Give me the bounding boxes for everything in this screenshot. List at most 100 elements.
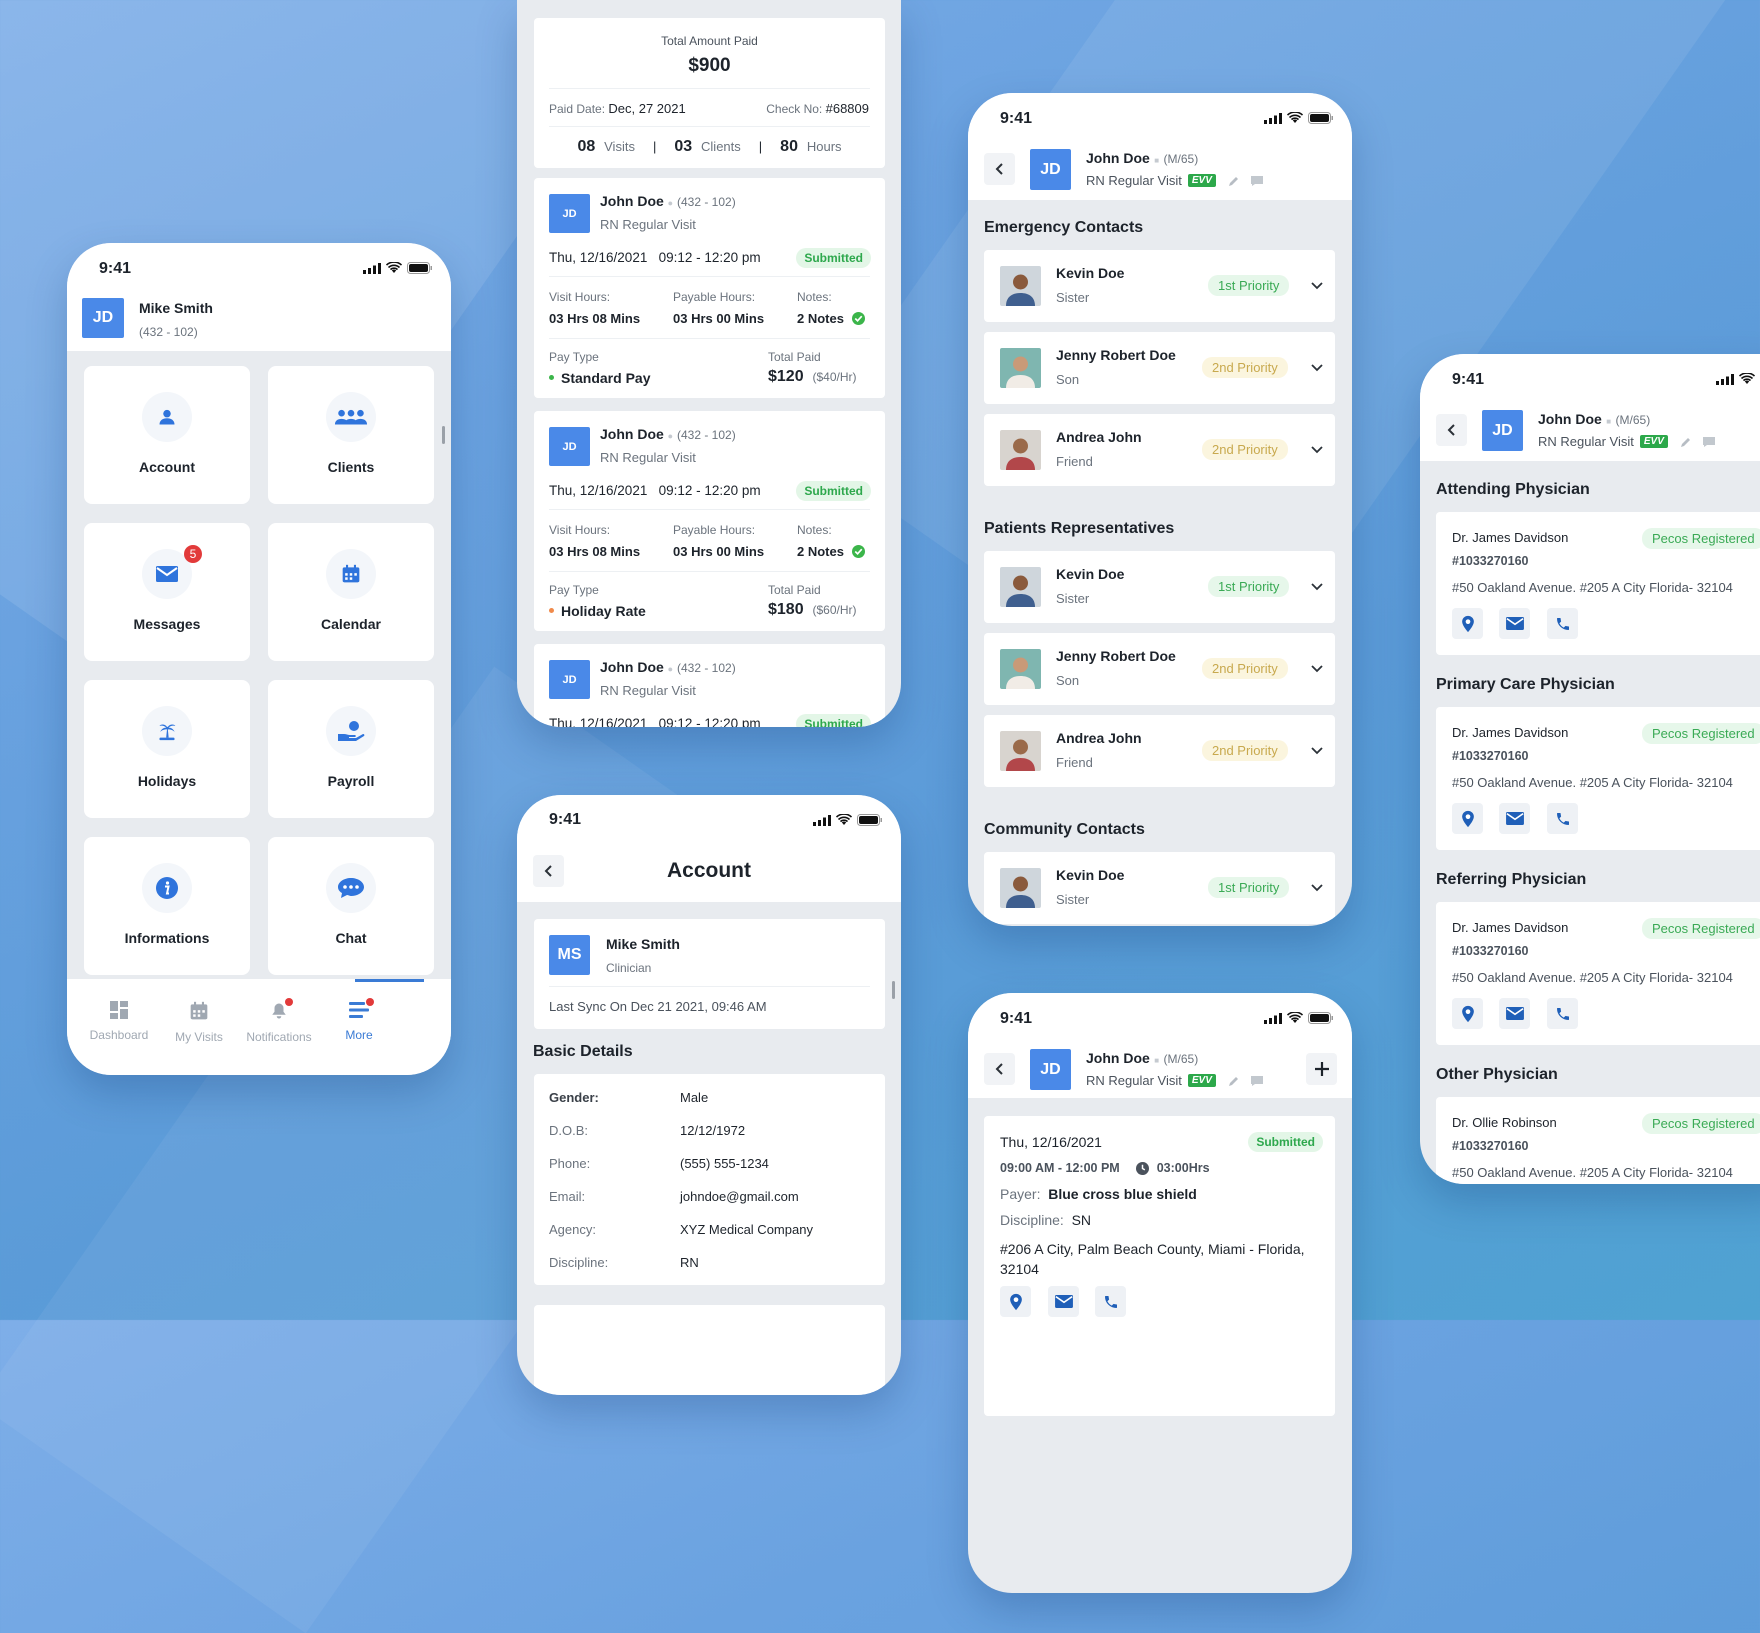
tile-clients[interactable]: Clients [268,366,434,504]
visit-hours-label: Visit Hours: [549,290,611,304]
wifi-icon [1738,372,1756,390]
priority-badge: 1st Priority [1208,576,1290,597]
pay-type: Standard Pay [561,370,651,386]
tile-chat[interactable]: Chat [268,837,434,975]
visit-client: John Doe ● (432 - 102) [600,659,736,675]
location-button[interactable] [1452,998,1483,1029]
chevron-down-icon[interactable] [1310,442,1324,461]
nav-more[interactable]: More [314,998,404,1042]
physician-number: #1033270160 [1452,1139,1529,1153]
visit-card[interactable]: JD John Doe ● (432 - 102) RN Regular Vis… [534,644,885,727]
profile-name: Mike Smith [606,936,680,952]
client-name: John Doe [600,659,664,675]
stat-label: Hours [806,139,842,154]
contact-photo [1000,266,1041,306]
comment-icon[interactable] [1250,1075,1264,1087]
call-button[interactable] [1547,803,1578,834]
visit-datetime: Thu, 12/16/2021 09:12 - 12:20 pm [549,250,761,265]
payroll-summary-card: Total Amount Paid $900 Paid Date: Dec, 2… [534,18,885,168]
total-paid-value: $180 [768,601,804,618]
location-button[interactable] [1452,608,1483,639]
tile-account[interactable]: Account [84,366,250,504]
people-icon [326,392,376,442]
contact-row[interactable]: Jenny Robert Doe Son 2nd Priority [984,332,1335,404]
contact-row[interactable]: Kevin Doe Sister 1st Priority [984,551,1335,623]
signal-icon [1264,111,1282,129]
status-icons [1716,372,1760,390]
comment-icon[interactable] [1250,175,1264,187]
patient-name-row: John Doe ■ (M/65) [1538,411,1651,427]
client-id: (432 - 102) [677,428,736,442]
scrollbar[interactable] [892,981,895,999]
physician-card: Dr. James Davidson Pecos Registered #103… [1436,707,1760,850]
tile-payroll[interactable]: Payroll [268,680,434,818]
unread-dot [366,998,374,1006]
battery-icon [1308,111,1334,129]
stat-separator: | [652,139,657,154]
visit-duration: 03:00Hrs [1156,1161,1210,1175]
comment-icon[interactable] [1702,436,1716,448]
nav-my-visits[interactable]: My Visits [154,1001,244,1044]
add-button[interactable] [1306,1053,1337,1085]
nav-notifications[interactable]: Notifications [234,998,324,1044]
back-button[interactable] [984,153,1015,185]
calendar-icon [326,549,376,599]
contact-row[interactable]: Kevin Doe Sister 1st Priority [984,250,1335,322]
back-button[interactable] [984,1053,1015,1085]
contact-row[interactable]: Andrea John Friend 2nd Priority [984,715,1335,787]
chevron-down-icon[interactable] [1310,579,1324,598]
edit-icon[interactable] [1680,436,1692,448]
detail-label: Gender: [549,1090,599,1105]
location-icon [1461,615,1475,633]
edit-icon[interactable] [1228,1075,1240,1087]
visit-card[interactable]: JD John Doe ● (432 - 102) RN Regular Vis… [534,178,885,398]
nav-dashboard[interactable]: Dashboard [74,1001,164,1042]
patient-meta: (M/65) [1163,152,1199,166]
header: 9:41 JD John Doe ■ (M/65) RN Regular Vis… [968,93,1352,200]
total-paid-value: $120 [768,368,804,385]
location-button[interactable] [1452,803,1483,834]
payable-hours-label: Payable Hours: [673,523,756,537]
client-name: John Doe [600,193,664,209]
status-time: 9:41 [1000,110,1033,127]
status-time: 9:41 [549,811,582,828]
contact-photo [1000,430,1041,470]
tile-informations[interactable]: Informations [84,837,250,975]
location-button[interactable] [1000,1286,1031,1317]
call-button[interactable] [1547,998,1578,1029]
email-button[interactable] [1048,1286,1079,1317]
header: 9:41 JD John Doe ■ (M/65) RN Regular Vis… [968,993,1352,1098]
notes-count: 2 Notes [797,544,844,559]
tile-messages[interactable]: 5 Messages [84,523,250,661]
total-amount: $900 [688,55,731,76]
visit-type: RN Regular Visit [1086,1073,1182,1088]
tile-holidays[interactable]: Holidays [84,680,250,818]
tile-calendar[interactable]: Calendar [268,523,434,661]
check-value: #68809 [825,101,869,116]
call-button[interactable] [1095,1286,1126,1317]
contact-row[interactable]: Jenny Robert Doe Son 2nd Priority [984,633,1335,705]
chevron-down-icon[interactable] [1310,661,1324,680]
basic-details-card: Gender: Male D.O.B: 12/12/1972 Phone: (5… [534,1074,885,1285]
edit-icon[interactable] [1228,175,1240,187]
visit-card[interactable]: JD John Doe ● (432 - 102) RN Regular Vis… [534,411,885,631]
scrollbar[interactable] [442,426,445,444]
chevron-down-icon[interactable] [1310,880,1324,899]
call-button[interactable] [1547,608,1578,639]
visit-datetime: Thu, 12/16/2021 09:12 - 12:20 pm [549,716,761,727]
back-button[interactable] [1436,414,1467,446]
email-button[interactable] [1499,803,1530,834]
chevron-down-icon[interactable] [1310,278,1324,297]
patient-name: John Doe [1086,1050,1150,1066]
patient-meta: (M/65) [1615,413,1651,427]
visit-client: John Doe ● (432 - 102) [600,193,736,209]
contact-row[interactable]: Andrea John Friend 2nd Priority [984,414,1335,486]
email-button[interactable] [1499,998,1530,1029]
contact-row[interactable]: Kevin Doe Sister 1st Priority [984,852,1335,924]
wifi-icon [385,261,403,279]
detail-value: 12/12/1972 [680,1123,746,1138]
chevron-down-icon[interactable] [1310,743,1324,762]
palm-icon [142,706,192,756]
email-button[interactable] [1499,608,1530,639]
chevron-down-icon[interactable] [1310,360,1324,379]
